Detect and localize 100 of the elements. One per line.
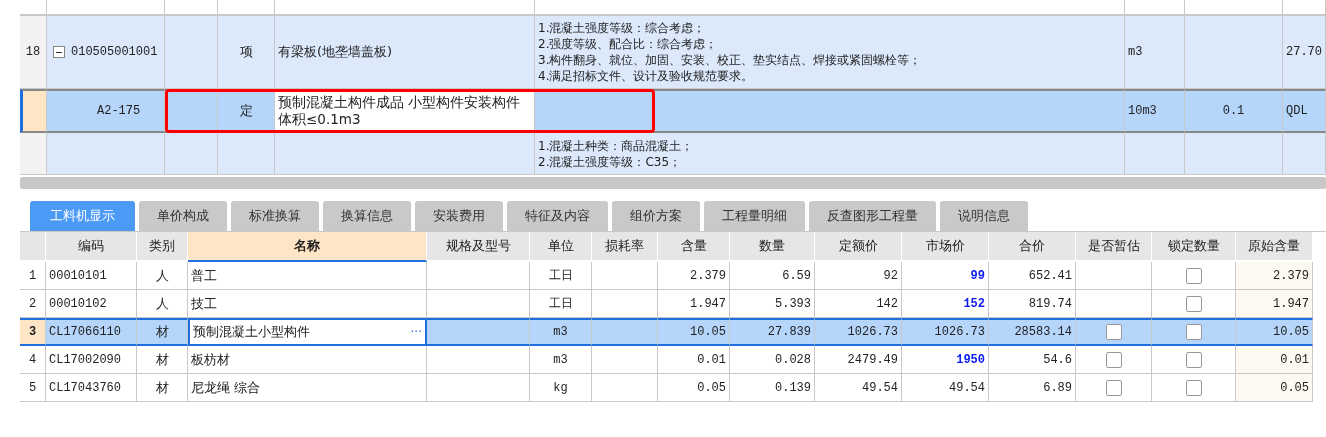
tab[interactable]: 标准换算 xyxy=(231,201,319,231)
column-header[interactable]: 名称 xyxy=(188,232,427,262)
tab[interactable]: 换算信息 xyxy=(323,201,411,231)
row-number: 3 xyxy=(20,318,46,346)
table-cell: CL17002090 xyxy=(46,346,137,374)
checkbox[interactable] xyxy=(1185,324,1202,340)
table-cell: 142 xyxy=(815,290,902,318)
table-cell: 5.393 xyxy=(730,290,815,318)
column-header[interactable]: 规格及型号 xyxy=(427,232,530,260)
table-cell: 819.74 xyxy=(989,290,1076,318)
table-cell: 6.59 xyxy=(730,262,815,290)
item-code: 010505001001 xyxy=(71,45,158,59)
table-cell: 10.05 xyxy=(1236,318,1313,346)
table-cell: 92 xyxy=(815,262,902,290)
column-header[interactable]: 含量 xyxy=(658,232,730,260)
checkbox[interactable] xyxy=(1185,267,1202,284)
column-header[interactable]: 数量 xyxy=(730,232,815,260)
checkbox[interactable] xyxy=(1185,295,1202,312)
table-cell: 28583.14 xyxy=(989,318,1076,346)
item-value xyxy=(1283,133,1326,175)
table-cell: 0.01 xyxy=(658,346,730,374)
row-number: 2 xyxy=(20,290,46,318)
table-cell: CL17043760 xyxy=(46,374,137,402)
table-cell: 10.05 xyxy=(658,318,730,346)
cell-text: 技工 xyxy=(191,294,217,313)
row-number: 1 xyxy=(20,262,46,290)
table-cell: 0.05 xyxy=(1236,374,1313,402)
column-header[interactable]: 损耗率 xyxy=(592,232,658,260)
checkbox[interactable] xyxy=(1185,351,1202,368)
table-cell: 2479.49 xyxy=(815,346,902,374)
column-header[interactable]: 是否暂估 xyxy=(1076,232,1152,260)
tab[interactable]: 工程量明细 xyxy=(704,201,805,231)
checkbox[interactable] xyxy=(1105,379,1122,396)
column-header[interactable]: 单位 xyxy=(530,232,592,260)
table-cell: 00010101 xyxy=(46,262,137,290)
table-cell: 00010102 xyxy=(46,290,137,318)
table-cell: 材 xyxy=(137,346,188,374)
tab[interactable]: 说明信息 xyxy=(940,201,1028,231)
header-corner xyxy=(20,232,46,260)
table-cell: 152 xyxy=(902,290,989,318)
table-cell: 2.379 xyxy=(1236,262,1313,290)
row-number: 5 xyxy=(20,374,46,402)
column-header[interactable]: 锁定数量 xyxy=(1152,232,1236,260)
tab[interactable]: 单价构成 xyxy=(139,201,227,231)
tab[interactable]: 组价方案 xyxy=(612,201,700,231)
table-cell: 材 xyxy=(137,374,188,402)
column-header[interactable]: 类别 xyxy=(137,232,188,260)
table-cell: m3 xyxy=(530,318,592,346)
tab[interactable]: 特征及内容 xyxy=(507,201,608,231)
table-cell: CL17066110 xyxy=(46,318,137,346)
table-cell: 54.6 xyxy=(989,346,1076,374)
table-cell: 652.41 xyxy=(989,262,1076,290)
item-value: 27.70 xyxy=(1283,16,1326,89)
table-cell: m3 xyxy=(530,346,592,374)
tab[interactable]: 安装费用 xyxy=(415,201,503,231)
item-type: 项 xyxy=(218,16,275,89)
checkbox[interactable] xyxy=(1105,351,1122,368)
more-button[interactable]: ··· xyxy=(410,325,422,339)
table-cell: kg xyxy=(530,374,592,402)
cell-text: 预制混凝土小型构件 xyxy=(193,323,310,341)
checkbox[interactable] xyxy=(1185,379,1202,396)
item-unit: 10m3 xyxy=(1125,89,1185,133)
column-header[interactable]: 编码 xyxy=(46,232,137,260)
row-number: 4 xyxy=(20,346,46,374)
cell-text: 普工 xyxy=(191,266,217,285)
item-description: 1.混凝土种类：商品混凝土； 2.混凝土强度等级：C35； xyxy=(535,133,1125,175)
item-code: A2-175 xyxy=(97,104,141,118)
table-cell: 1.947 xyxy=(1236,290,1313,318)
table-cell: 99 xyxy=(902,262,989,290)
item-value: QDL xyxy=(1283,89,1326,133)
tab[interactable]: 反查图形工程量 xyxy=(809,201,936,231)
item-name: 有梁板(地垄墙盖板) xyxy=(275,16,535,89)
table-cell: 工日 xyxy=(530,290,592,318)
item-unit: m3 xyxy=(1125,16,1185,89)
table-cell: 0.139 xyxy=(730,374,815,402)
column-header[interactable]: 合价 xyxy=(989,232,1076,260)
column-header[interactable]: 市场价 xyxy=(902,232,989,260)
checkbox[interactable] xyxy=(1105,324,1122,340)
table-cell: 27.839 xyxy=(730,318,815,346)
table-cell: 1026.73 xyxy=(902,318,989,346)
item-description: 1.混凝土强度等级：综合考虑； 2.强度等级、配合比：综合考虑； 3.构件翻身、就位、加固、安装、校正、垫实结点、焊接或紧固螺栓等； 4.满足招标文件、设计及验收规范要求。 xyxy=(535,16,1125,89)
table-cell: 1950 xyxy=(902,346,989,374)
collapse-toggle-icon[interactable] xyxy=(53,46,65,58)
column-header[interactable]: 原始含量 xyxy=(1236,232,1313,260)
column-header[interactable]: 定额价 xyxy=(815,232,902,260)
table-cell: 人 xyxy=(137,290,188,318)
table-cell: 材 xyxy=(137,318,188,346)
table-cell: 人 xyxy=(137,262,188,290)
row-number: 18 xyxy=(20,16,47,89)
cell-text: 板枋材 xyxy=(191,350,230,369)
table-cell: 0.028 xyxy=(730,346,815,374)
item-quantity: 0.1 xyxy=(1185,89,1283,133)
table-cell: 0.01 xyxy=(1236,346,1313,374)
table-cell: 0.05 xyxy=(658,374,730,402)
table-cell: 工日 xyxy=(530,262,592,290)
table-cell: 6.89 xyxy=(989,374,1076,402)
table-cell: 49.54 xyxy=(902,374,989,402)
cell-text: 尼龙绳 综合 xyxy=(191,378,261,397)
table-cell: 2.379 xyxy=(658,262,730,290)
table-cell: 49.54 xyxy=(815,374,902,402)
